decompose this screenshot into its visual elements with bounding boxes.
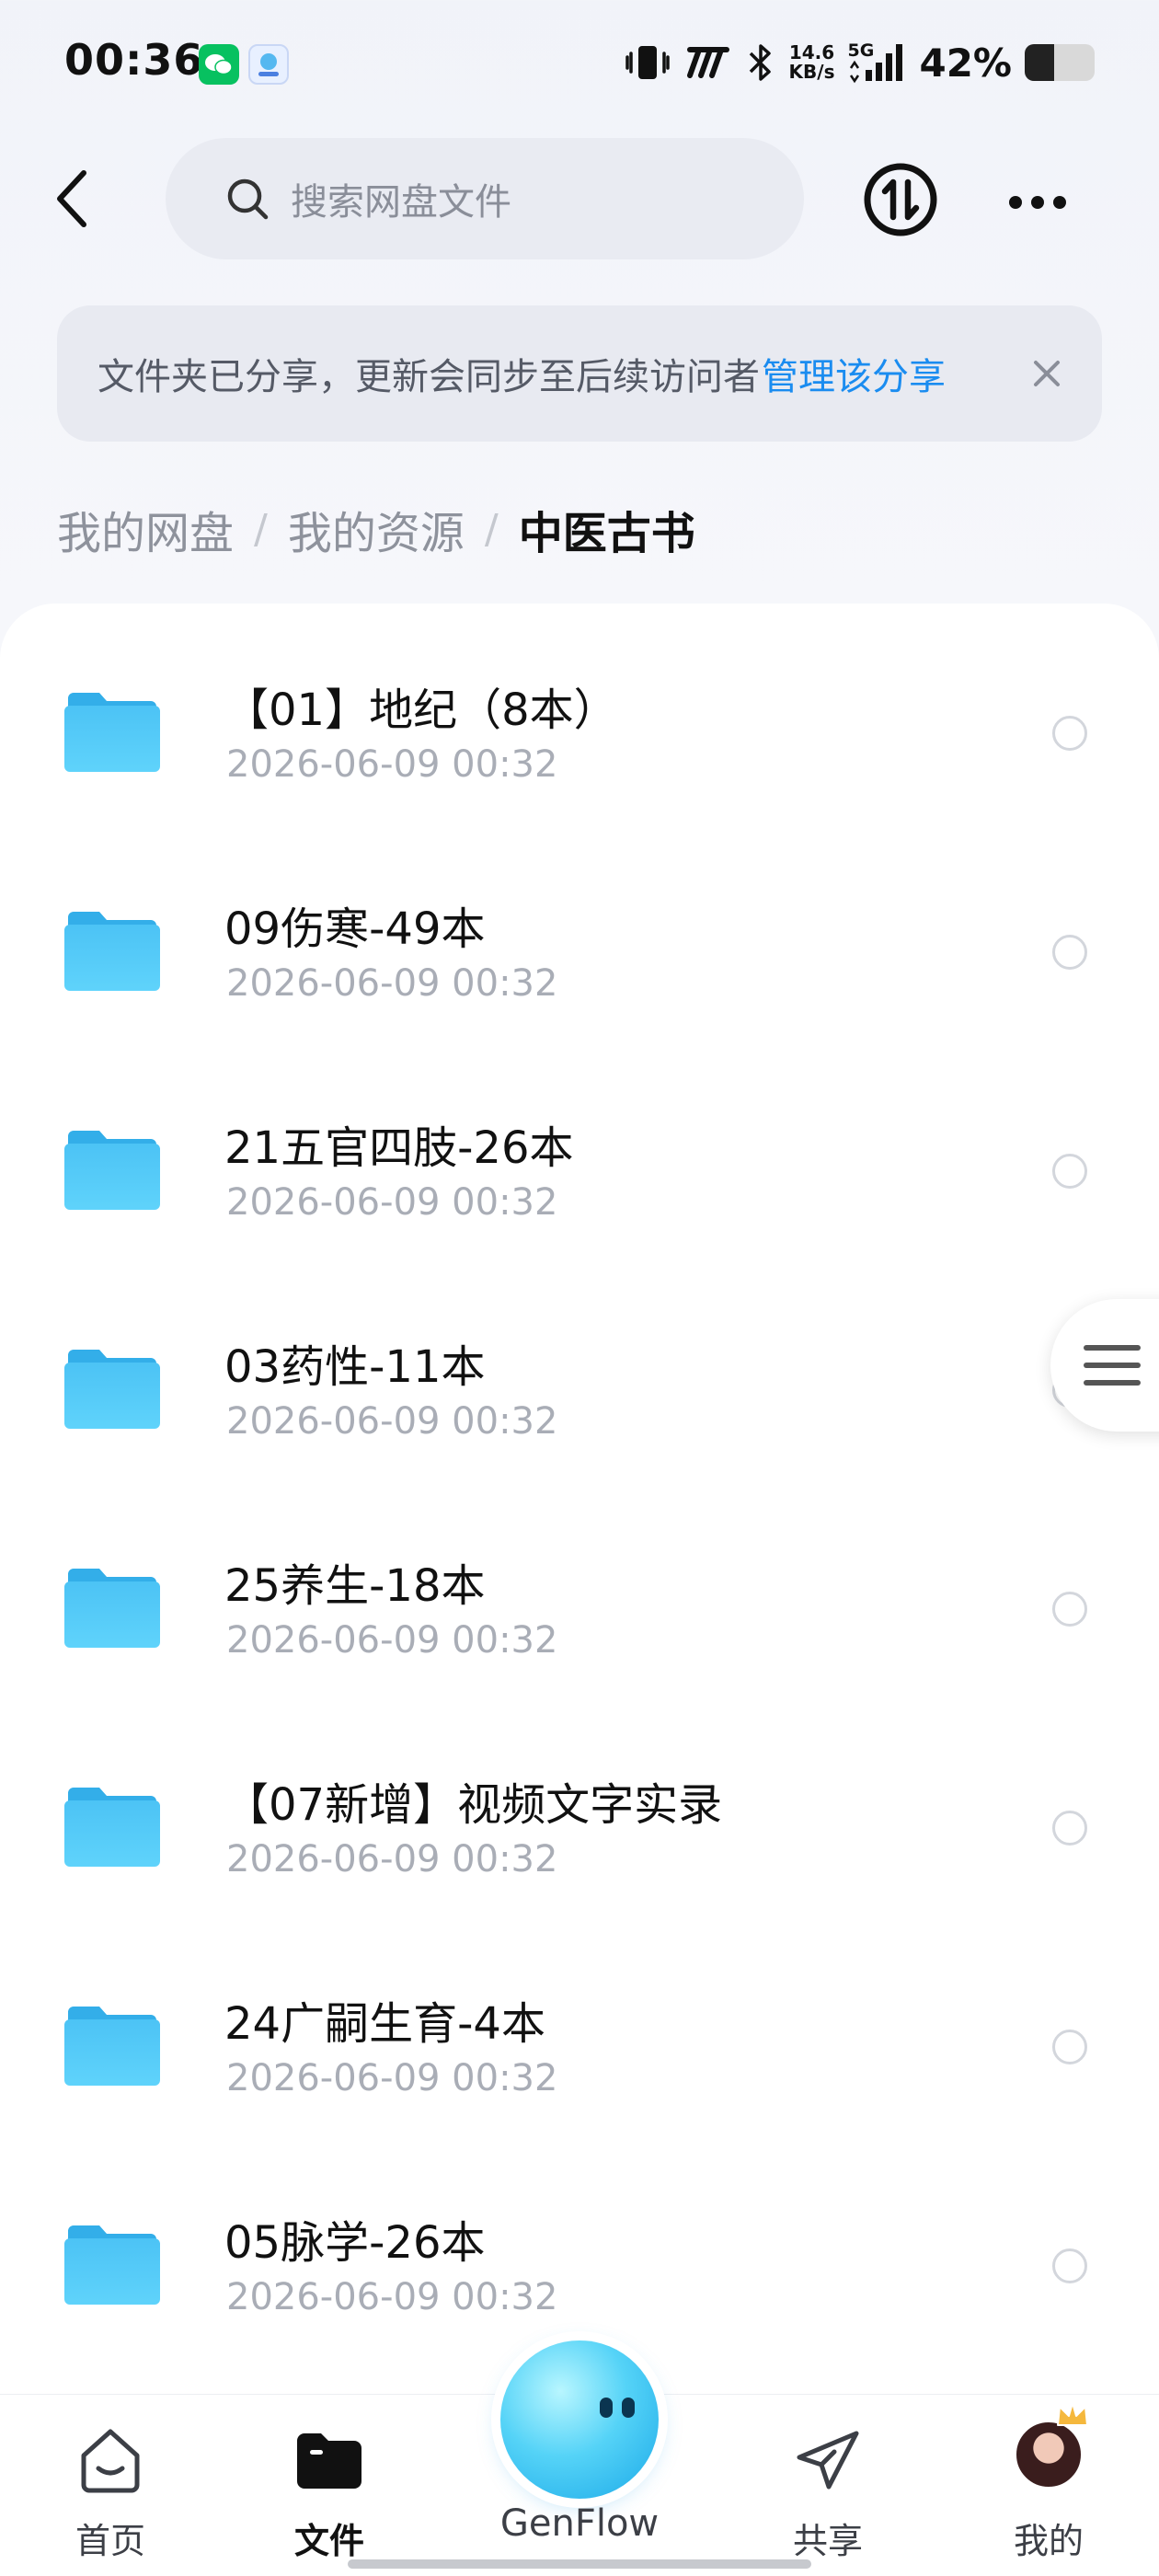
- file-date: 2026-06-09 00:32: [226, 2057, 558, 2099]
- transfer-list-button[interactable]: [863, 162, 938, 237]
- nav-files[interactable]: 文件: [256, 2422, 403, 2570]
- file-row[interactable]: 【01】地纪（8本） 2026-06-09 00:32: [0, 604, 1159, 822]
- file-name: 09伤寒-49本: [224, 903, 486, 955]
- file-date: 2026-06-09 00:32: [226, 1181, 558, 1224]
- file-row[interactable]: 25养生-18本 2026-06-09 00:32: [0, 1479, 1159, 1698]
- file-date: 2026-06-09 00:32: [226, 1400, 558, 1443]
- folder-icon: [64, 1131, 160, 1210]
- folder-icon: [64, 912, 160, 991]
- status-time: 00:36: [64, 35, 204, 85]
- more-dot: [1053, 196, 1066, 209]
- crown-icon: [1057, 2402, 1088, 2426]
- home-indicator: [348, 2559, 811, 2569]
- breadcrumb-item[interactable]: 我的资源: [288, 497, 465, 561]
- more-dot: [1009, 196, 1022, 209]
- file-row[interactable]: 21五官四肢-26本 2026-06-09 00:32: [0, 1041, 1159, 1260]
- battery-fill: [1025, 44, 1054, 81]
- wechat-icon: [199, 44, 239, 85]
- vibrate-icon: [625, 46, 670, 79]
- breadcrumb-separator: /: [484, 505, 499, 553]
- folder-icon: [64, 2225, 160, 2305]
- folder-icon: [64, 1788, 160, 1867]
- hd-network-icon: [686, 47, 729, 78]
- battery-percent: 42%: [919, 40, 1012, 86]
- network-speed: 14.6 KB/s: [789, 43, 835, 82]
- file-name: 25养生-18本: [224, 1560, 486, 1612]
- file-name: 【01】地纪（8本）: [224, 684, 618, 736]
- home-icon: [81, 2429, 140, 2493]
- genflow-app-icon: [248, 44, 289, 85]
- network-speed-value: 14.6: [788, 41, 835, 63]
- menu-icon: [1084, 1345, 1141, 1397]
- share-notice-text: 文件夹已分享，更新会同步至后续访问者: [98, 356, 760, 398]
- nav-files-label: 文件: [293, 2521, 364, 2561]
- select-checkbox[interactable]: [1052, 2248, 1087, 2283]
- nav-share-label: 共享: [792, 2521, 863, 2561]
- battery-icon: [1025, 44, 1095, 81]
- select-checkbox[interactable]: [1052, 1811, 1087, 1846]
- select-checkbox[interactable]: [1052, 2030, 1087, 2064]
- transfer-icon: [864, 163, 937, 236]
- file-date: 2026-06-09 00:32: [226, 743, 558, 786]
- select-checkbox[interactable]: [1052, 1154, 1087, 1189]
- signal-group: 5G: [847, 40, 906, 85]
- search-icon: [227, 178, 269, 220]
- select-checkbox[interactable]: [1052, 935, 1087, 970]
- nav-share[interactable]: 共享: [754, 2422, 901, 2570]
- file-date: 2026-06-09 00:32: [226, 1838, 558, 1880]
- breadcrumb-item[interactable]: 我的网盘: [57, 497, 234, 561]
- avatar[interactable]: [1014, 2420, 1084, 2490]
- file-row[interactable]: 【07新增】视频文字实录 2026-06-09 00:32: [0, 1698, 1159, 1917]
- select-checkbox[interactable]: [1052, 716, 1087, 751]
- nav-home[interactable]: 首页: [37, 2422, 184, 2570]
- file-date: 2026-06-09 00:32: [226, 1619, 558, 1662]
- orb-eye: [600, 2398, 613, 2418]
- paper-plane-icon: [797, 2431, 859, 2490]
- nav-mine-label: 我的: [1013, 2521, 1084, 2561]
- nav-home-label: 首页: [75, 2521, 145, 2561]
- folder-icon: [64, 693, 160, 772]
- file-name: 03药性-11本: [224, 1341, 486, 1393]
- network-speed-unit: KB/s: [788, 61, 835, 83]
- folder-icon: [64, 2007, 160, 2086]
- file-name: 【07新增】视频文字实录: [224, 1779, 723, 1831]
- file-date: 2026-06-09 00:32: [226, 2276, 558, 2318]
- back-button[interactable]: [40, 162, 105, 236]
- share-notice-banner: 文件夹已分享，更新会同步至后续访问者 管理该分享: [57, 305, 1102, 442]
- bluetooth-icon: [749, 44, 771, 81]
- file-row[interactable]: 05脉学-26本 2026-06-09 00:32: [0, 2136, 1159, 2355]
- status-right-cluster: 14.6 KB/s 5G 42%: [624, 37, 1095, 88]
- orb-eye: [622, 2398, 635, 2418]
- file-name: 24广嗣生育-4本: [224, 1998, 545, 2050]
- folder-icon: [64, 1569, 160, 1648]
- select-checkbox[interactable]: [1052, 1592, 1087, 1627]
- breadcrumb-separator: /: [254, 505, 268, 553]
- folder-icon: [64, 1350, 160, 1429]
- chevron-left-icon: [57, 170, 86, 227]
- top-header: 搜索网盘文件: [0, 129, 1159, 267]
- breadcrumb: 我的网盘 / 我的资源 / 中医古书: [57, 497, 695, 561]
- search-placeholder: 搜索网盘文件: [291, 181, 511, 224]
- file-date: 2026-06-09 00:32: [226, 962, 558, 1005]
- files-icon: [297, 2433, 361, 2489]
- breadcrumb-current: 中医古书: [518, 508, 695, 559]
- search-input[interactable]: 搜索网盘文件: [166, 138, 804, 259]
- more-dot: [1031, 196, 1044, 209]
- genflow-button[interactable]: [500, 2340, 659, 2499]
- manage-share-link[interactable]: 管理该分享: [762, 347, 946, 400]
- file-name: 21五官四肢-26本: [224, 1122, 574, 1174]
- more-options-button[interactable]: [1001, 166, 1074, 239]
- close-icon[interactable]: [1027, 353, 1067, 394]
- file-name: 05脉学-26本: [224, 2217, 486, 2269]
- file-row[interactable]: 24广嗣生育-4本 2026-06-09 00:32: [0, 1917, 1159, 2136]
- file-list: 【01】地纪（8本） 2026-06-09 00:32 09伤寒-49本 202…: [0, 604, 1159, 2576]
- status-bar: 00:36 14.6 KB/s 5G 42%: [0, 0, 1159, 125]
- nav-genflow-label: GenFlow: [499, 2502, 660, 2545]
- file-row[interactable]: 03药性-11本 2026-06-09 00:32: [0, 1260, 1159, 1479]
- signal-bars-icon: [850, 44, 903, 84]
- file-row[interactable]: 09伤寒-49本 2026-06-09 00:32: [0, 822, 1159, 1041]
